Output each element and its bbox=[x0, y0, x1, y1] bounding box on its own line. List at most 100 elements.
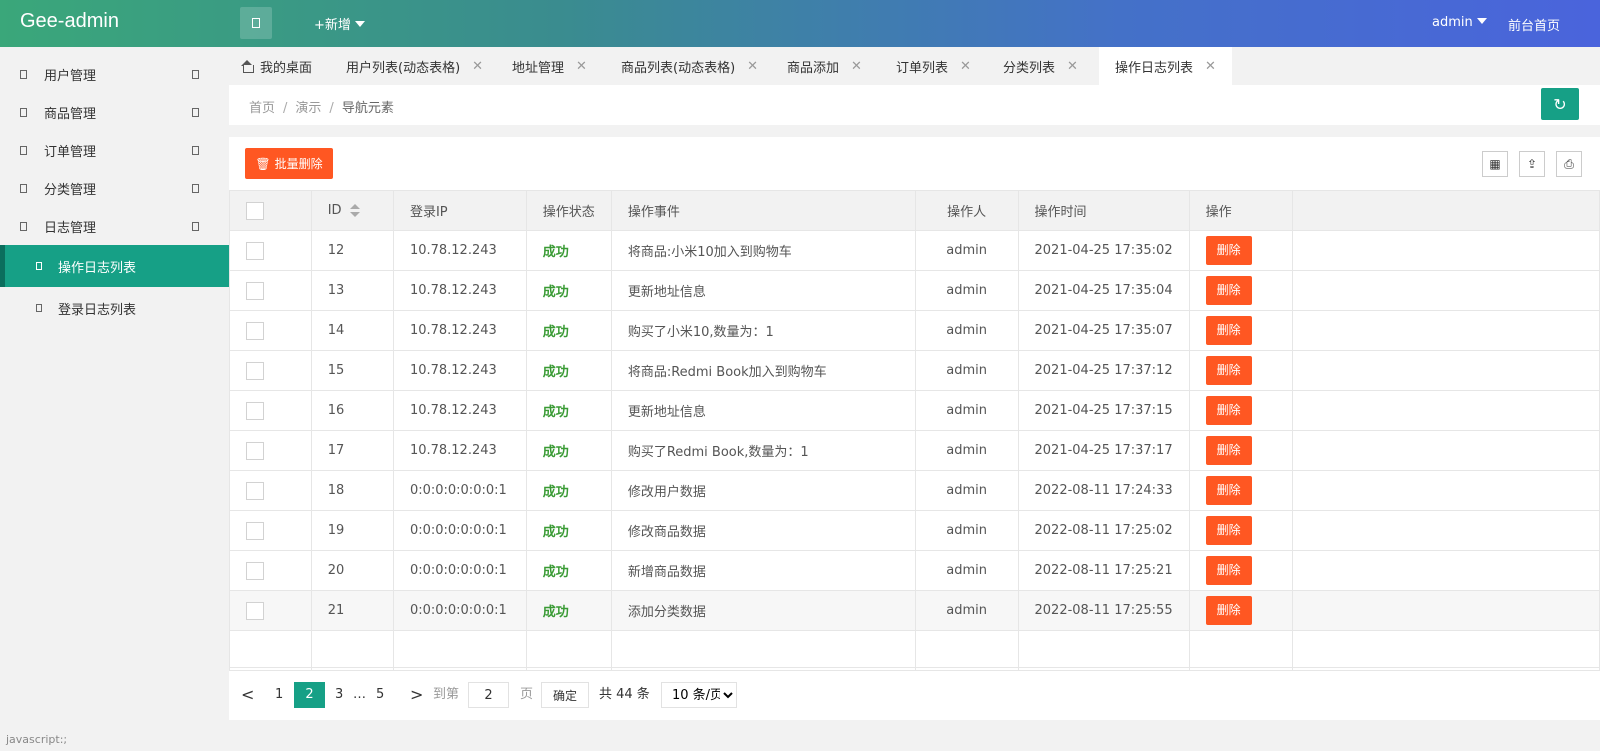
row-checkbox[interactable] bbox=[246, 521, 264, 540]
delete-button[interactable]: 删除 bbox=[1205, 356, 1252, 385]
row-checkbox[interactable] bbox=[246, 321, 264, 340]
cell-id: 17 bbox=[310, 430, 394, 471]
sidebar-item-categories[interactable]: 分类管理 bbox=[0, 169, 229, 207]
sidebar-item-products[interactable]: 商品管理 bbox=[0, 93, 229, 131]
caret-down-icon bbox=[354, 21, 365, 27]
cell-status: 成功 bbox=[525, 350, 612, 391]
goto-confirm-button[interactable]: 确定 bbox=[541, 682, 589, 708]
select-all-checkbox[interactable] bbox=[246, 201, 264, 220]
row-checkbox[interactable] bbox=[246, 241, 264, 260]
sidebar-item-orders[interactable]: 订单管理 bbox=[0, 131, 229, 169]
column-filter-button[interactable]: ▦ bbox=[1482, 151, 1508, 177]
row-select-cell bbox=[229, 230, 312, 271]
total-count: 共 44 条 bbox=[599, 687, 650, 702]
sidebar-item-label: 操作日志列表 bbox=[58, 260, 137, 276]
menu-toggle-button[interactable] bbox=[240, 7, 272, 39]
sidebar-item-login-log[interactable]: 登录日志列表 bbox=[0, 287, 229, 329]
expand-icon bbox=[192, 145, 199, 155]
close-icon[interactable]: ✕ bbox=[576, 59, 587, 74]
close-icon[interactable]: ✕ bbox=[472, 59, 483, 74]
tab-bar: 我的桌面 用户列表(动态表格) ✕ 地址管理 ✕ 商品列表(动态表格) ✕ 商品添加 ✕… bbox=[229, 47, 1600, 85]
breadcrumb-demo[interactable]: 演示 bbox=[295, 101, 321, 116]
tab-label: 订单列表 bbox=[896, 60, 949, 76]
row-select-cell bbox=[229, 270, 312, 311]
row-checkbox[interactable] bbox=[246, 441, 264, 460]
close-icon[interactable]: ✕ bbox=[960, 59, 971, 74]
sidebar: 用户管理 商品管理 订单管理 分类管理 日志管理 操作日志列表 登录日志列表 bbox=[0, 47, 229, 751]
delete-button[interactable]: 删除 bbox=[1205, 236, 1252, 265]
prev-page-button[interactable]: < bbox=[241, 682, 254, 708]
cell-user: admin bbox=[914, 590, 1019, 631]
cell-id: 14 bbox=[310, 310, 394, 351]
app-logo: Gee-admin bbox=[20, 10, 119, 32]
export-button[interactable]: ⇪ bbox=[1519, 151, 1545, 177]
close-icon[interactable]: ✕ bbox=[1067, 59, 1078, 74]
row-checkbox[interactable] bbox=[246, 281, 264, 300]
delete-button[interactable]: 删除 bbox=[1205, 516, 1252, 545]
cell-time: 2021-04-25 17:37:12 bbox=[1017, 350, 1190, 391]
page-5[interactable]: 5 bbox=[376, 682, 384, 708]
delete-button[interactable]: 删除 bbox=[1205, 596, 1252, 625]
tab-orders[interactable]: 订单列表 ✕ bbox=[896, 47, 971, 85]
delete-button[interactable]: 删除 bbox=[1205, 476, 1252, 505]
cell-ip: 0:0:0:0:0:0:0:1 bbox=[392, 470, 527, 511]
page-current[interactable]: 2 bbox=[294, 682, 325, 708]
delete-button[interactable]: 删除 bbox=[1205, 436, 1252, 465]
tab-product-list[interactable]: 商品列表(动态表格) ✕ bbox=[621, 47, 758, 85]
close-icon[interactable]: ✕ bbox=[1205, 59, 1216, 74]
refresh-button[interactable]: ↻ bbox=[1541, 88, 1579, 120]
cell-ip: 0:0:0:0:0:0:0:1 bbox=[392, 510, 527, 551]
tab-label: 分类列表 bbox=[1003, 60, 1056, 76]
cell-time: 2021-04-25 17:37:15 bbox=[1017, 390, 1190, 431]
print-button[interactable]: ⎙ bbox=[1556, 151, 1582, 177]
page-1[interactable]: 1 bbox=[275, 682, 283, 708]
col-id[interactable]: ID bbox=[310, 190, 394, 231]
close-icon[interactable]: ✕ bbox=[747, 59, 758, 74]
cell-event: 购买了小米10,数量为：1 bbox=[610, 310, 916, 351]
breadcrumb-home[interactable]: 首页 bbox=[249, 101, 275, 116]
new-dropdown[interactable]: +新增 bbox=[314, 14, 365, 33]
col-status: 操作状态 bbox=[525, 190, 612, 231]
sort-icon[interactable] bbox=[349, 204, 360, 217]
row-checkbox[interactable] bbox=[246, 561, 264, 580]
delete-button[interactable]: 删除 bbox=[1205, 556, 1252, 585]
tab-label: 我的桌面 bbox=[260, 60, 313, 76]
page-size-select[interactable]: 10 条/页 bbox=[661, 682, 737, 708]
menu-item-icon bbox=[20, 183, 27, 193]
goto-page-input[interactable]: 2 bbox=[468, 682, 509, 708]
batch-delete-button[interactable]: 🗑 批量删除 bbox=[245, 148, 333, 179]
tab-user-list[interactable]: 用户列表(动态表格) ✕ bbox=[346, 47, 483, 85]
next-page-button[interactable]: > bbox=[410, 682, 423, 708]
cell-action: 删除 bbox=[1188, 390, 1293, 431]
tab-desktop[interactable]: 我的桌面 bbox=[241, 47, 312, 85]
delete-button[interactable]: 删除 bbox=[1205, 316, 1252, 345]
delete-button[interactable]: 删除 bbox=[1205, 396, 1252, 425]
pagination: < 1 2 3 … 5 > 到第 2 页 确定 共 44 条 10 条/页 bbox=[229, 667, 1600, 720]
cell-filler bbox=[1291, 510, 1600, 551]
row-checkbox[interactable] bbox=[246, 601, 264, 620]
user-menu[interactable]: admin bbox=[1432, 15, 1487, 30]
row-checkbox[interactable] bbox=[246, 361, 264, 380]
close-icon[interactable]: ✕ bbox=[851, 59, 862, 74]
tab-categories[interactable]: 分类列表 ✕ bbox=[1003, 47, 1078, 85]
cell-time: 2022-08-11 17:24:33 bbox=[1017, 470, 1190, 511]
tab-address[interactable]: 地址管理 ✕ bbox=[512, 47, 587, 85]
row-checkbox[interactable] bbox=[246, 401, 264, 420]
cell-event: 更新地址信息 bbox=[610, 270, 916, 311]
row-checkbox[interactable] bbox=[246, 481, 264, 500]
frontend-home-link[interactable]: 前台首页 bbox=[1508, 15, 1560, 34]
delete-button[interactable]: 删除 bbox=[1205, 276, 1252, 305]
sidebar-item-users[interactable]: 用户管理 bbox=[0, 55, 229, 93]
browser-status-text: javascript:; bbox=[6, 733, 68, 746]
page-3[interactable]: 3 bbox=[335, 682, 343, 708]
tab-product-add[interactable]: 商品添加 ✕ bbox=[787, 47, 862, 85]
trash-icon: 🗑 bbox=[255, 156, 271, 171]
collapse-icon bbox=[192, 221, 199, 231]
expand-icon bbox=[192, 107, 199, 117]
col-time: 操作时间 bbox=[1017, 190, 1190, 231]
row-select-cell bbox=[229, 390, 312, 431]
tab-operation-log[interactable]: 操作日志列表 ✕ bbox=[1099, 47, 1232, 85]
cell-user: admin bbox=[914, 550, 1019, 591]
sidebar-item-logs[interactable]: 日志管理 bbox=[0, 207, 229, 245]
sidebar-item-operation-log[interactable]: 操作日志列表 bbox=[0, 245, 229, 287]
